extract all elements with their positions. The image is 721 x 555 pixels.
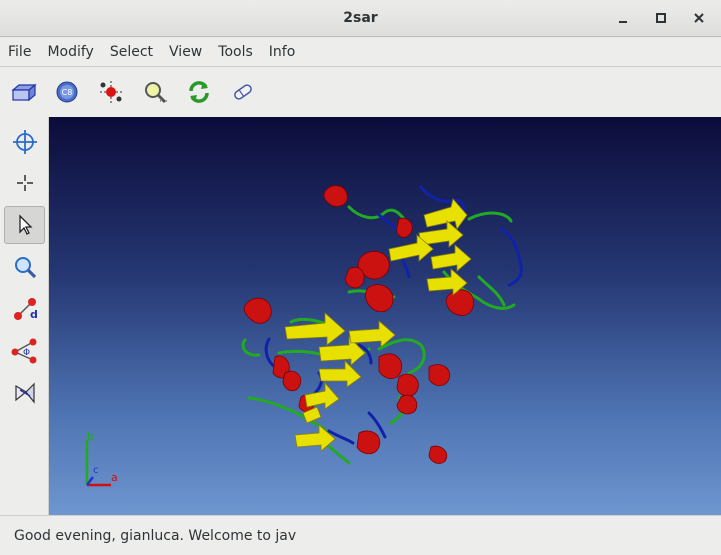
status-bar: Good evening, gianluca. Welcome to jav bbox=[0, 515, 721, 555]
select-tool-button[interactable] bbox=[4, 206, 45, 244]
window-titlebar: 2sar bbox=[0, 0, 721, 37]
pointer-icon bbox=[18, 214, 33, 235]
translate-tool-button[interactable] bbox=[4, 164, 45, 202]
maximize-icon bbox=[656, 13, 666, 23]
zoom-tool-button[interactable] bbox=[4, 248, 45, 286]
menu-select[interactable]: Select bbox=[102, 38, 161, 67]
axes-indicator: b c a bbox=[85, 430, 118, 487]
atom-select-button[interactable] bbox=[96, 77, 126, 107]
cd-icon: C8 bbox=[56, 81, 78, 103]
menu-tools[interactable]: Tools bbox=[210, 38, 261, 67]
axis-a-label: a bbox=[111, 471, 118, 484]
axis-b-label: b bbox=[87, 430, 94, 443]
molecule-render: b c a bbox=[85, 185, 523, 487]
box-button[interactable] bbox=[8, 77, 38, 107]
eraser-icon bbox=[234, 84, 252, 100]
refresh-icon bbox=[189, 81, 209, 103]
sheet-segments bbox=[284, 198, 472, 452]
dihedral-tool-button[interactable] bbox=[4, 374, 45, 412]
minimize-icon bbox=[619, 21, 627, 23]
box-icon bbox=[11, 83, 37, 102]
svg-text:Φ: Φ bbox=[23, 348, 30, 358]
angle-tool-button[interactable]: Φ bbox=[4, 332, 45, 370]
refresh-button[interactable] bbox=[184, 77, 214, 107]
menu-view[interactable]: View bbox=[161, 38, 210, 67]
window-controls bbox=[615, 10, 707, 26]
tool-palette: d Φ bbox=[0, 117, 49, 515]
close-icon bbox=[694, 13, 704, 23]
menu-file[interactable]: File bbox=[8, 38, 39, 67]
dihedral-icon bbox=[14, 382, 35, 404]
magnify-icon bbox=[14, 257, 36, 279]
close-button[interactable] bbox=[691, 10, 707, 26]
rotate-tool-button[interactable] bbox=[4, 123, 45, 161]
maximize-button[interactable] bbox=[653, 10, 669, 26]
atom-select-icon bbox=[100, 81, 122, 103]
toolbar: C8 bbox=[0, 67, 721, 117]
window-title: 2sar bbox=[343, 10, 378, 26]
distance-tool-button[interactable]: d bbox=[4, 290, 45, 328]
move-icon bbox=[16, 175, 33, 191]
menu-info[interactable]: Info bbox=[261, 38, 304, 67]
svg-text:d: d bbox=[30, 308, 38, 321]
zoom-icon bbox=[145, 82, 167, 104]
eraser-button[interactable] bbox=[228, 77, 258, 107]
crosshair-icon bbox=[12, 130, 37, 154]
svg-text:C8: C8 bbox=[62, 88, 73, 97]
zoom-button[interactable] bbox=[140, 77, 170, 107]
menubar: File Modify Select View Tools Info bbox=[0, 38, 721, 67]
molecule-viewer[interactable]: b c a bbox=[49, 117, 721, 515]
minimize-button[interactable] bbox=[615, 10, 631, 26]
cd-button[interactable]: C8 bbox=[52, 77, 82, 107]
distance-icon: d bbox=[13, 298, 38, 321]
helix-segments bbox=[243, 185, 475, 464]
angle-icon: Φ bbox=[11, 338, 36, 364]
menu-modify[interactable]: Modify bbox=[39, 38, 101, 67]
status-text: Good evening, gianluca. Welcome to jav bbox=[14, 527, 297, 544]
axis-c-label: c bbox=[93, 465, 99, 476]
